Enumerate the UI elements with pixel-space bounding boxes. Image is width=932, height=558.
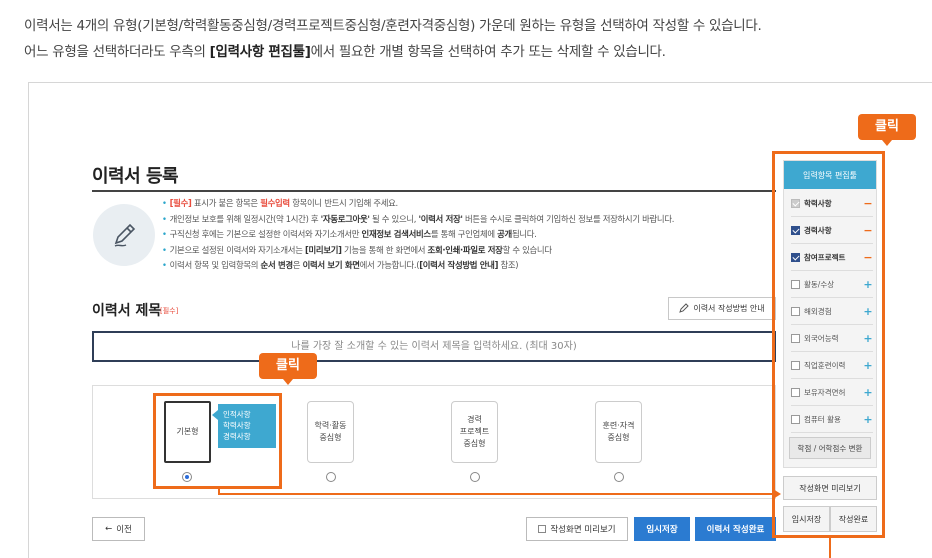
type-card-career[interactable]: 경력 프로젝트 중심형	[451, 401, 498, 463]
arrow-left-icon: ←	[105, 524, 113, 534]
notice-item: • [필수] 표시가 붙은 항목은 필수입력 항목이니 반드시 기입해 주세요.	[162, 198, 398, 208]
preview-label: 작성화면 미리보기	[550, 525, 616, 535]
click-badge-type: 클릭	[259, 353, 317, 385]
intro-line-1: 이력서는 4개의 유형(기본형/학력활동중심형/경력프로젝트중심형/훈련자격중심…	[24, 18, 762, 34]
title-divider	[92, 190, 776, 192]
type-card-training[interactable]: 훈련·자격 중심형	[595, 401, 642, 463]
type-radio-training[interactable]	[614, 472, 624, 482]
preview-button[interactable]: 작성화면 미리보기	[526, 517, 628, 541]
intro-line-2-bold: [입력사항 편집툴]	[209, 44, 311, 60]
notice-item: • 이력서 항목 및 입력항목의 순서 변경은 이력서 보기 화면에서 가능합니다…	[162, 260, 519, 271]
prev-button[interactable]: ← 이전	[92, 517, 145, 541]
page-title: 이력서 등록	[92, 166, 179, 187]
guide-button-label: 이력서 작성방법 안내	[693, 304, 765, 313]
temp-save-button[interactable]: 임시저장	[634, 517, 690, 541]
notice-item: • 기본으로 설정된 이력서와 자기소개서는 [미리보기] 기능을 통해 한 화면…	[162, 244, 552, 255]
prev-label: 이전	[116, 525, 132, 535]
intro-line-2-pre: 어느 유형을 선택하더라도 우측의	[24, 44, 210, 60]
type-label: 학력·활동 중심형	[314, 421, 347, 442]
guide-button[interactable]: 이력서 작성방법 안내	[668, 297, 776, 320]
pen-icon	[93, 204, 155, 266]
arrow-right-icon	[773, 489, 781, 499]
arrow-line	[218, 493, 774, 495]
type-card-education[interactable]: 학력·활동 중심형	[307, 401, 354, 463]
notice-item: • 개인정보 보호를 위해 일정시간(약 1시간) 후 '자동로그아웃' 될 수 …	[162, 213, 675, 224]
pencil-icon	[679, 302, 690, 315]
click-badge-editor: 클릭	[858, 114, 916, 146]
complete-button[interactable]: 이력서 작성완료	[695, 517, 776, 541]
resume-title-label: 이력서 제목	[92, 303, 162, 319]
panel-connector-line	[829, 538, 831, 558]
highlight-editor-panel	[772, 151, 885, 538]
intro-line-2-post: 에서 필요한 개별 항목을 선택하여 추가 또는 삭제할 수 있습니다.	[310, 44, 666, 60]
required-tag: [필수]	[160, 307, 179, 315]
highlight-basic-type	[153, 393, 282, 489]
resume-title-input[interactable]: 나를 가장 잘 소개할 수 있는 이력서 제목을 입력하세요. (최대 30자)	[92, 331, 776, 362]
type-radio-education[interactable]	[326, 472, 336, 482]
notice-list: • [필수] 표시가 붙은 항목은 필수입력 항목이니 반드시 기입해 주세요. …	[162, 196, 762, 274]
type-label: 경력 프로젝트 중심형	[459, 415, 490, 448]
intro-line-2: 어느 유형을 선택하더라도 우측의 [입력사항 편집툴]에서 필요한 개별 항목…	[24, 40, 666, 60]
type-label: 훈련·자격 중심형	[602, 421, 635, 442]
type-radio-career[interactable]	[470, 472, 480, 482]
checkbox-icon	[538, 525, 547, 533]
notice-item: • 구직신청 후에는 기본으로 설정한 이력서와 자기소개서만 인재정보 검색서비…	[162, 229, 537, 240]
